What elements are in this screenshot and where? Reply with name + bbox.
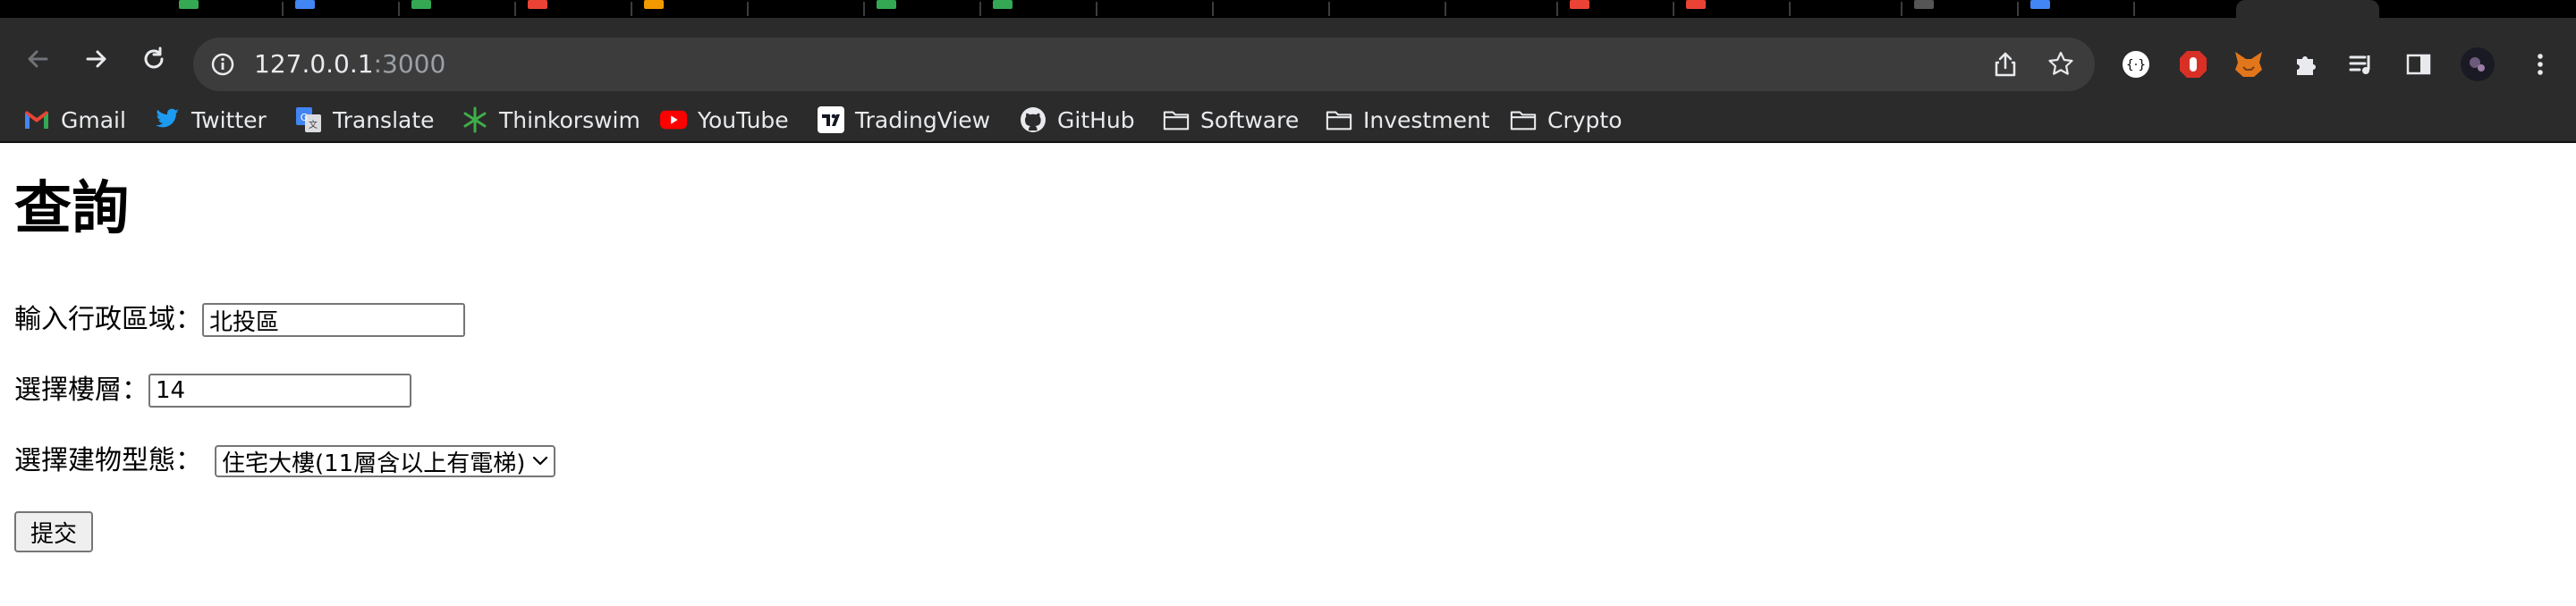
floor-input[interactable]: [148, 374, 411, 408]
browser-toolbar: 127.0.0.1:3000 {·}: [0, 18, 2576, 100]
bookmark-youtube[interactable]: YouTube: [660, 102, 789, 138]
floor-row: 選擇樓層：: [14, 373, 411, 408]
bookmark-label: GitHub: [1057, 106, 1135, 133]
page-title: 查詢: [14, 176, 129, 242]
bookmark-label: Twitter: [191, 106, 267, 133]
tab-favicon[interactable]: [644, 0, 664, 9]
youtube-icon: [660, 106, 687, 133]
building-type-label: 選擇建物型態：: [14, 445, 202, 476]
side-panel-icon: [2406, 54, 2431, 75]
reload-button[interactable]: [134, 39, 174, 79]
tab-favicon[interactable]: [993, 0, 1013, 9]
tab-favicon[interactable]: [528, 0, 547, 9]
chevron-down-icon: [533, 456, 548, 466]
tab-favicon[interactable]: [295, 0, 315, 9]
folder-icon: [1510, 106, 1537, 133]
district-input[interactable]: [202, 303, 465, 337]
playlist-icon: [2349, 55, 2370, 74]
avatar: [2461, 47, 2495, 81]
building-type-select[interactable]: 住宅大樓(11層含以上有電梯): [215, 445, 556, 477]
svg-text:文: 文: [309, 119, 318, 130]
bookmark-github[interactable]: GitHub: [1020, 102, 1135, 138]
tab-favicon[interactable]: [1686, 0, 1706, 9]
bookmark-folder-software[interactable]: Software: [1163, 102, 1299, 138]
tab-favicon[interactable]: [411, 0, 431, 9]
ublock-extension-button[interactable]: [2175, 46, 2211, 82]
bookmark-twitter[interactable]: Twitter: [154, 102, 267, 138]
tab-favicon[interactable]: [877, 0, 896, 9]
bookmark-tradingview[interactable]: TradingView: [818, 102, 990, 138]
back-button[interactable]: [18, 39, 57, 79]
forward-arrow-icon: [86, 50, 106, 68]
bookmark-label: Crypto: [1547, 106, 1623, 133]
metamask-fox-icon: [2235, 52, 2262, 77]
extension-button[interactable]: {·}: [2118, 46, 2154, 82]
github-icon: [1020, 106, 1046, 133]
extensions-menu-button[interactable]: [2288, 46, 2324, 82]
tab-favicon[interactable]: [2030, 0, 2050, 9]
stop-hand-icon: [2180, 51, 2207, 78]
bookmark-label: Translate: [333, 106, 435, 133]
tab-favicon[interactable]: [179, 0, 199, 9]
bookmark-thinkorswim[interactable]: Thinkorswim: [462, 102, 640, 138]
back-arrow-icon: [28, 50, 48, 68]
svg-text:{·}: {·}: [2126, 58, 2146, 72]
bookmark-label: Gmail: [61, 106, 126, 133]
district-row: 輸入行政區域：: [14, 302, 465, 338]
folder-icon: [1326, 106, 1352, 133]
floor-label: 選擇樓層：: [14, 375, 148, 406]
media-controls-button[interactable]: [2343, 46, 2379, 82]
bookmark-label: Investment: [1363, 106, 1490, 133]
page-content: 查詢 輸入行政區域： 選擇樓層： 選擇建物型態： 住宅大樓(11層含以上有電梯)…: [0, 143, 2576, 606]
bookmark-label: Thinkorswim: [499, 106, 640, 133]
folder-icon: [1163, 106, 1190, 133]
metamask-extension-button[interactable]: [2231, 46, 2267, 82]
active-tab[interactable]: [2236, 0, 2379, 18]
extension-circle-icon: {·}: [2123, 51, 2149, 78]
forward-button[interactable]: [77, 39, 116, 79]
bookmark-label: Software: [1200, 106, 1300, 133]
tradingview-icon: [818, 106, 844, 133]
bookmark-label: YouTube: [698, 106, 789, 133]
url-port: :3000: [373, 49, 446, 79]
svg-text:G: G: [301, 112, 309, 123]
puzzle-piece-icon: [2297, 56, 2316, 75]
url-text[interactable]: 127.0.0.1:3000: [254, 49, 445, 80]
url-host: 127.0.0.1: [254, 49, 374, 79]
tab-favicon[interactable]: [1570, 0, 1589, 9]
more-vert-icon: [2538, 54, 2543, 75]
thinkorswim-icon: [462, 106, 488, 133]
bookmark-translate[interactable]: G文 Translate: [295, 102, 435, 138]
twitter-icon: [154, 106, 181, 133]
bookmark-label: TradingView: [855, 106, 991, 133]
submit-button[interactable]: 提交: [14, 511, 94, 552]
bookmark-folder-investment[interactable]: Investment: [1326, 102, 1490, 138]
building-type-row: 選擇建物型態： 住宅大樓(11層含以上有電梯): [14, 443, 556, 479]
reload-icon: [144, 46, 164, 69]
bookmark-gmail[interactable]: Gmail: [23, 102, 126, 138]
tab-strip: [0, 0, 2576, 18]
translate-icon: G文: [295, 106, 322, 133]
profile-button[interactable]: [2460, 46, 2496, 82]
tab-favicon[interactable]: [1914, 0, 1934, 9]
bookmarks-bar: Gmail Twitter G文 Translate Thinkorswim Y…: [0, 100, 2576, 143]
side-panel-button[interactable]: [2401, 46, 2436, 82]
site-info-icon[interactable]: [209, 51, 236, 78]
browser-menu-button[interactable]: [2522, 46, 2558, 82]
district-label: 輸入行政區域：: [14, 304, 202, 335]
building-type-selected-value: 住宅大樓(11層含以上有電梯): [222, 450, 526, 477]
share-icon[interactable]: [1991, 50, 2020, 79]
address-bar[interactable]: 127.0.0.1:3000: [193, 38, 2095, 91]
gmail-icon: [23, 106, 50, 133]
bookmark-star-icon[interactable]: [2046, 50, 2075, 79]
bookmark-folder-crypto[interactable]: Crypto: [1510, 102, 1623, 138]
